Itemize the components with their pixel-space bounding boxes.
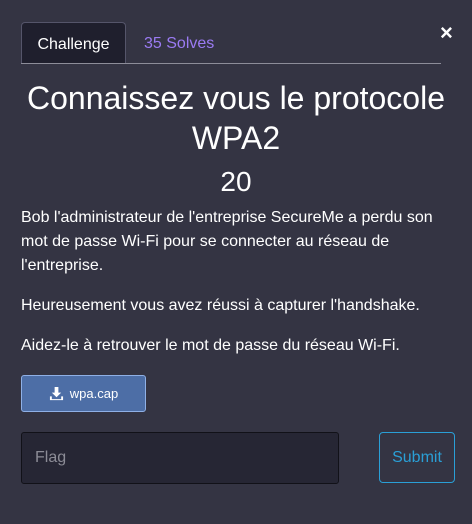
description-paragraph: Bob l'administrateur de l'entreprise Sec…: [21, 209, 433, 274]
description-paragraph: Heureusement vous avez réussi à capturer…: [21, 297, 420, 314]
challenge-points: 20: [220, 166, 252, 197]
close-button[interactable]: ×: [440, 22, 456, 44]
description-paragraph: Aidez-le à retrouver le mot de passe du …: [21, 337, 400, 354]
download-icon: [49, 386, 63, 401]
tab-bar: Challenge 35 Solves: [21, 22, 441, 64]
submit-button[interactable]: Submit: [379, 432, 455, 483]
file-download-button[interactable]: wpa.cap: [21, 375, 146, 412]
challenge-title: Connaissez vous le protocole WPA2: [26, 80, 445, 156]
tab-solves[interactable]: 35 Solves: [144, 22, 214, 63]
challenge-description: Bob l'administrateur de l'entreprise Sec…: [21, 206, 451, 374]
tab-challenge[interactable]: Challenge: [21, 22, 126, 63]
file-name: wpa.cap: [69, 386, 119, 401]
flag-input[interactable]: [21, 432, 339, 484]
challenge-modal: × Challenge 35 Solves Connaissez vous le…: [0, 0, 472, 524]
